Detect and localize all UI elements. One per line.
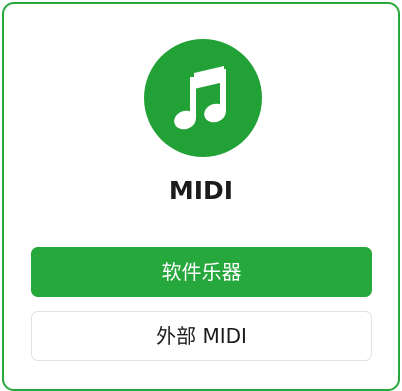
card-title: MIDI [168, 176, 234, 205]
music-note-icon [174, 66, 226, 130]
external-midi-button[interactable]: 外部 MIDI [31, 311, 372, 361]
midi-icon-badge [144, 39, 262, 157]
software-instrument-button[interactable]: 软件乐器 [31, 247, 372, 297]
midi-option-card: MIDI 软件乐器 外部 MIDI [2, 2, 400, 391]
